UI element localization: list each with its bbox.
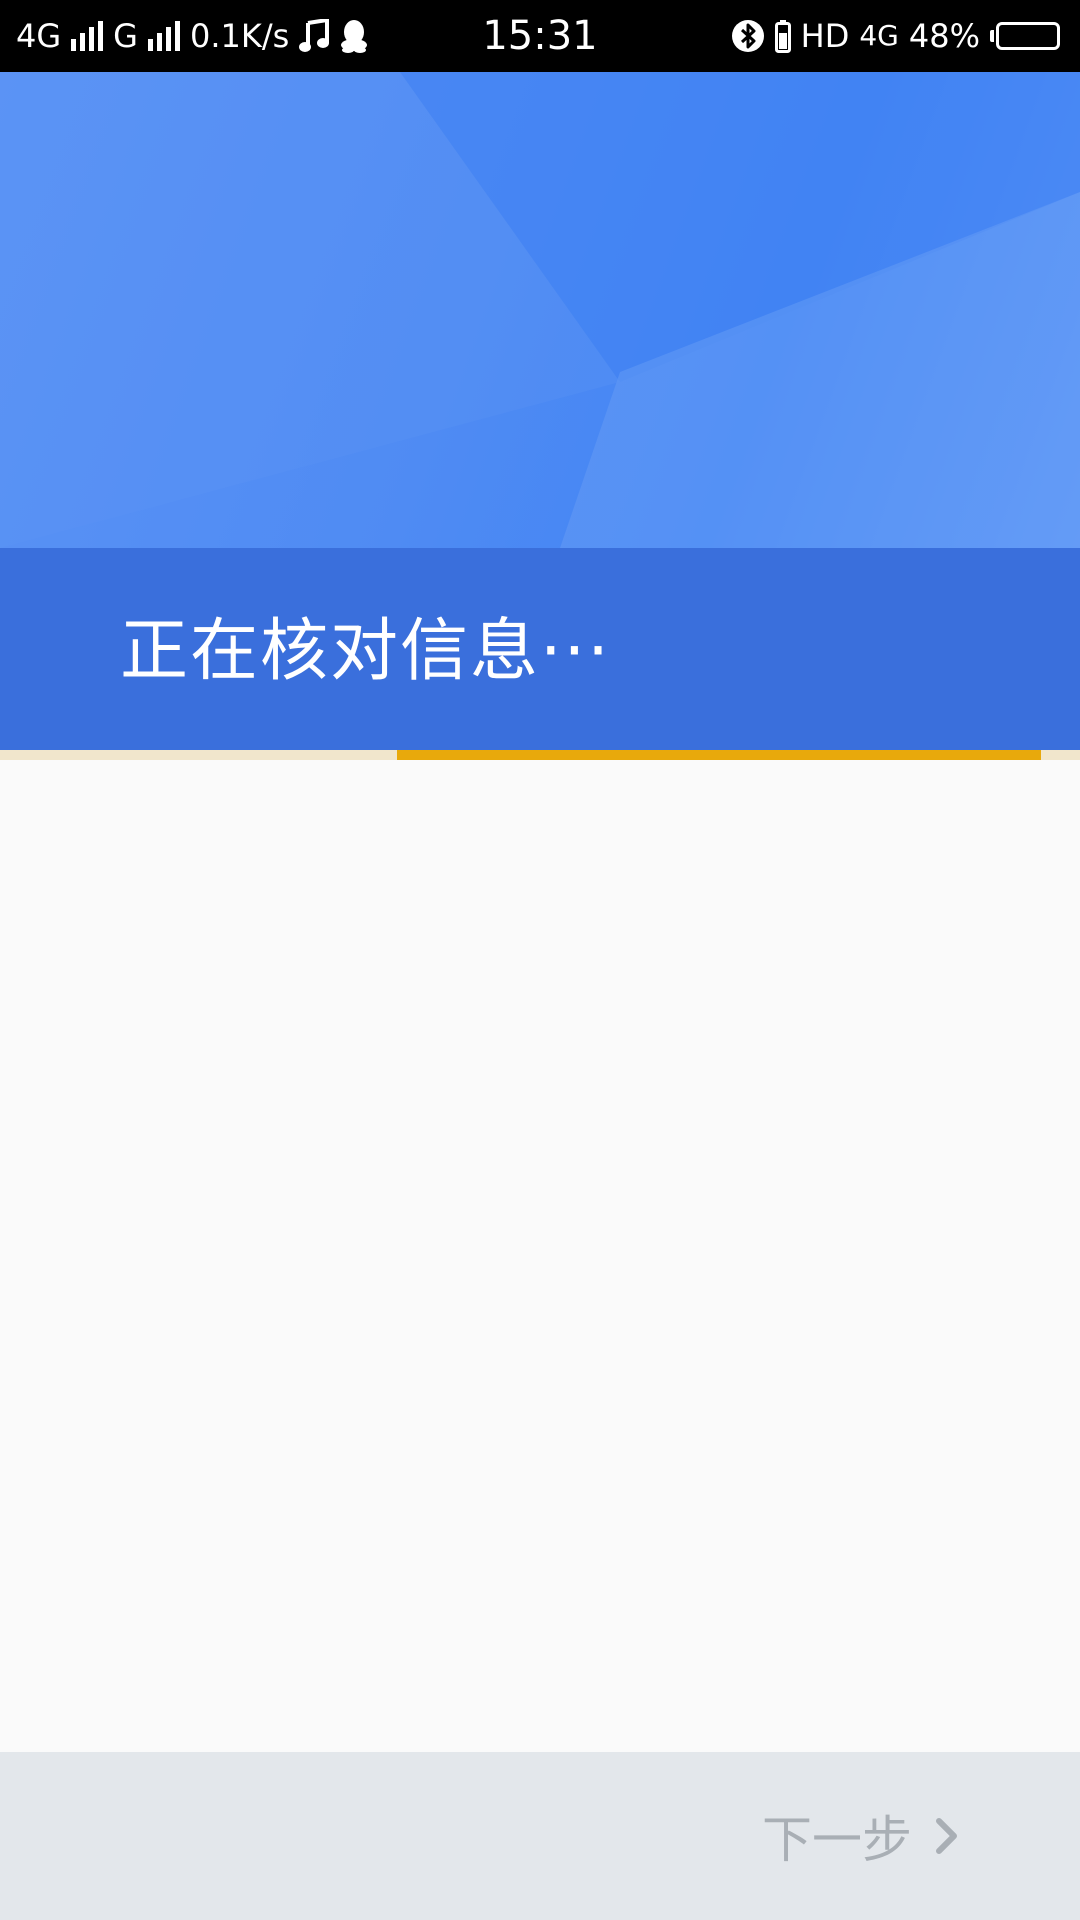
next-button-label: 下一步 [762, 1811, 912, 1869]
status-right: HD 4G 48% [731, 0, 1060, 72]
battery-saver-icon [774, 19, 791, 53]
music-icon [299, 19, 330, 53]
status-bar: 4G G 0.1K/s 15:31 HD 4G 48% [0, 0, 1080, 72]
content-area [0, 760, 1080, 1752]
progress-bar [0, 750, 1080, 760]
next-button[interactable]: 下一步 [762, 1752, 960, 1920]
hd-label: HD [800, 17, 850, 55]
screen: 4G G 0.1K/s 15:31 HD 4G 48% 正在核对信息··· 下一… [0, 0, 1080, 1920]
status-left: 4G G 0.1K/s [16, 0, 369, 72]
page-title: 正在核对信息··· [120, 612, 611, 691]
bluetooth-icon [731, 19, 765, 53]
network-type-label-2: G [113, 17, 138, 55]
network-type-label-3: 4G [859, 19, 899, 52]
battery-percent: 48% [908, 17, 980, 55]
bottom-bar: 下一步 [0, 1752, 1080, 1920]
progress-fill [397, 750, 1042, 760]
header-background [0, 72, 1080, 548]
battery-icon [990, 22, 1060, 50]
qq-icon [339, 19, 369, 53]
chevron-right-icon [934, 1816, 960, 1856]
network-speed: 0.1K/s [189, 17, 290, 55]
title-band: 正在核对信息··· [0, 548, 1080, 750]
network-type-label: 4G [16, 17, 62, 55]
signal-icon [71, 21, 104, 51]
signal-icon-2 [147, 21, 180, 51]
